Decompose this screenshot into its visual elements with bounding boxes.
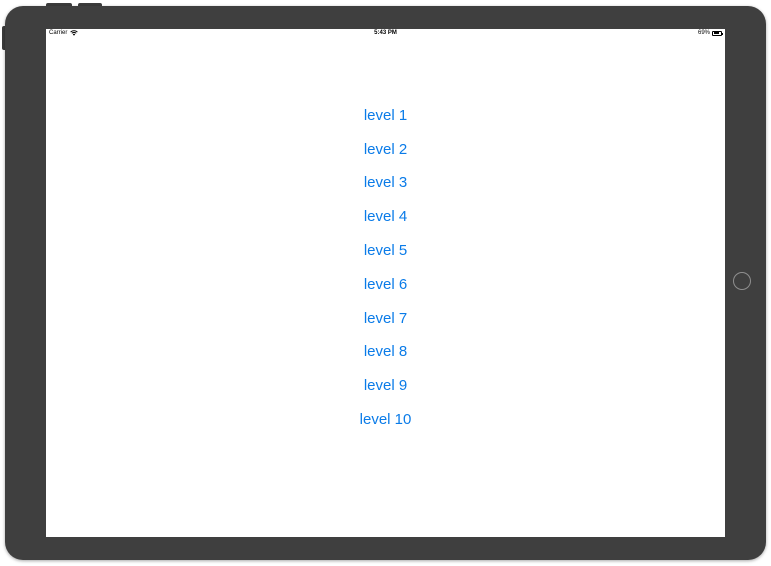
level-10-button[interactable]: level 10 (326, 403, 446, 437)
status-time: 5:43 PM (374, 30, 397, 36)
battery-icon (712, 30, 723, 36)
level-4-button[interactable]: level 4 (326, 200, 446, 234)
battery-tip (722, 32, 723, 35)
level-8-button[interactable]: level 8 (326, 336, 446, 370)
level-9-button[interactable]: level 9 (326, 369, 446, 403)
level-list: level 1 level 2 level 3 level 4 level 5 … (46, 99, 725, 437)
status-bar: Carrier 5:43 PM 69% (46, 29, 725, 39)
level-2-button[interactable]: level 2 (326, 133, 446, 167)
battery-fill (713, 32, 720, 34)
level-6-button[interactable]: level 6 (326, 268, 446, 302)
app-screen: Carrier 5:43 PM 69% level 1 level 2 leve… (46, 29, 725, 537)
battery-group: 69% (697, 30, 723, 36)
level-7-button[interactable]: level 7 (326, 302, 446, 336)
home-button[interactable] (733, 272, 751, 290)
level-1-button[interactable]: level 1 (326, 99, 446, 133)
level-5-button[interactable]: level 5 (326, 234, 446, 268)
battery-percent: 69% (697, 30, 710, 36)
level-3-button[interactable]: level 3 (326, 167, 446, 201)
